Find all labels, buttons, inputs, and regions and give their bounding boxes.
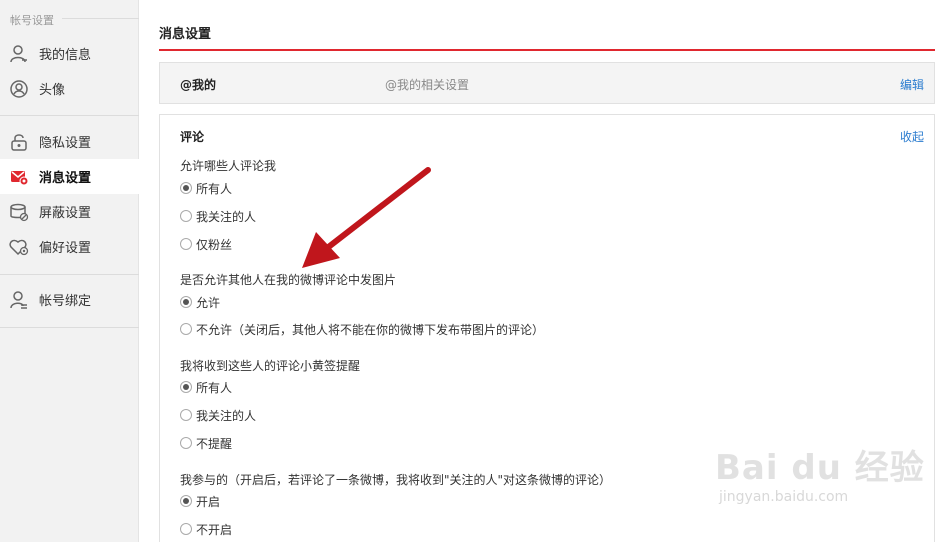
radio-option[interactable]: 不允许（关闭后，其他人将不能在你的微博下发布带图片的评论） bbox=[180, 322, 545, 337]
radio-button[interactable] bbox=[180, 210, 192, 222]
block-icon bbox=[9, 202, 29, 222]
option-label: 不允许（关闭后，其他人将不能在你的微博下发布带图片的评论） bbox=[196, 322, 545, 337]
radio-button-checked[interactable] bbox=[180, 182, 192, 194]
sidebar-item-message-settings[interactable]: 消息设置 bbox=[0, 159, 140, 194]
edit-link[interactable]: 编辑 bbox=[900, 76, 924, 93]
sidebar-item-label: 消息设置 bbox=[39, 171, 92, 186]
radio-option[interactable]: 我关注的人 bbox=[180, 408, 257, 423]
option-label: 允许 bbox=[196, 295, 221, 310]
page-title: 消息设置 bbox=[159, 27, 212, 42]
option-label: 所有人 bbox=[196, 181, 233, 196]
radio-button[interactable] bbox=[180, 437, 192, 449]
sidebar-divider bbox=[62, 18, 139, 19]
at-panel-description: @我的相关设置 bbox=[385, 78, 470, 92]
at-panel-title: @我的 bbox=[180, 78, 217, 92]
question-label: 是否允许其他人在我的微博评论中发图片 bbox=[180, 273, 397, 287]
main-content: 消息设置 @我的 @我的相关设置 编辑 评论 收起 允许哪些人评论我 所有人 我… bbox=[140, 0, 935, 542]
radio-option[interactable]: 所有人 bbox=[180, 181, 233, 196]
sidebar-item-my-info[interactable]: 我的信息 bbox=[0, 36, 139, 71]
account-bind-icon bbox=[9, 290, 29, 310]
message-settings-icon bbox=[9, 167, 29, 187]
option-label: 不提醒 bbox=[196, 436, 233, 451]
comment-panel-title: 评论 bbox=[180, 130, 205, 144]
radio-option[interactable]: 允许 bbox=[180, 295, 221, 310]
sidebar-item-label: 隐私设置 bbox=[39, 136, 92, 151]
sidebar-item-label: 头像 bbox=[39, 83, 66, 98]
sidebar-item-preferences[interactable]: 偏好设置 bbox=[0, 229, 139, 264]
sidebar-item-label: 屏蔽设置 bbox=[39, 206, 92, 221]
avatar-icon bbox=[9, 79, 29, 99]
sidebar-item-avatar[interactable]: 头像 bbox=[0, 71, 139, 106]
question-label: 我参与的（开启后，若评论了一条微博，我将收到"关注的人"对这条微博的评论） bbox=[180, 473, 612, 487]
sidebar-divider bbox=[0, 274, 139, 275]
option-label: 我关注的人 bbox=[196, 209, 257, 224]
title-underline bbox=[159, 49, 935, 51]
sidebar-item-privacy[interactable]: 隐私设置 bbox=[0, 124, 139, 159]
radio-option[interactable]: 不提醒 bbox=[180, 436, 233, 451]
heart-settings-icon bbox=[9, 237, 29, 257]
lock-icon bbox=[9, 132, 29, 152]
sidebar-item-label: 偏好设置 bbox=[39, 241, 92, 256]
sidebar-item-account-binding[interactable]: 帐号绑定 bbox=[0, 282, 139, 317]
radio-option[interactable]: 不开启 bbox=[180, 522, 233, 537]
radio-button-checked[interactable] bbox=[180, 296, 192, 308]
sidebar-section-title: 帐号设置 bbox=[10, 14, 54, 27]
option-label: 开启 bbox=[196, 494, 221, 509]
radio-button-checked[interactable] bbox=[180, 495, 192, 507]
sidebar-item-block-settings[interactable]: 屏蔽设置 bbox=[0, 194, 139, 229]
question-label: 我将收到这些人的评论小黄签提醒 bbox=[180, 359, 361, 373]
option-label: 仅粉丝 bbox=[196, 237, 233, 252]
radio-option[interactable]: 开启 bbox=[180, 494, 221, 509]
sidebar-item-label: 帐号绑定 bbox=[39, 294, 92, 309]
radio-button[interactable] bbox=[180, 323, 192, 335]
at-mentions-panel: @我的 @我的相关设置 编辑 bbox=[159, 62, 935, 104]
sidebar-divider bbox=[0, 327, 139, 328]
comment-settings-panel: 评论 收起 允许哪些人评论我 所有人 我关注的人 仅粉丝 是否允许其他人在我的微… bbox=[159, 114, 935, 542]
option-label: 我关注的人 bbox=[196, 408, 257, 423]
radio-option[interactable]: 仅粉丝 bbox=[180, 237, 233, 252]
option-label: 所有人 bbox=[196, 380, 233, 395]
radio-button[interactable] bbox=[180, 409, 192, 421]
radio-button-checked[interactable] bbox=[180, 381, 192, 393]
sidebar-item-label: 我的信息 bbox=[39, 48, 92, 63]
radio-button[interactable] bbox=[180, 523, 192, 535]
radio-button[interactable] bbox=[180, 238, 192, 250]
sidebar-divider bbox=[0, 115, 139, 116]
question-label: 允许哪些人评论我 bbox=[180, 159, 277, 173]
radio-option[interactable]: 所有人 bbox=[180, 380, 233, 395]
sidebar: 帐号设置 我的信息 头像 隐私设置 消息设置 屏蔽设置 偏好设置 帐号绑定 bbox=[0, 0, 140, 542]
option-label: 不开启 bbox=[196, 522, 233, 537]
user-icon bbox=[9, 44, 29, 64]
radio-option[interactable]: 我关注的人 bbox=[180, 209, 257, 224]
collapse-link[interactable]: 收起 bbox=[900, 128, 924, 145]
